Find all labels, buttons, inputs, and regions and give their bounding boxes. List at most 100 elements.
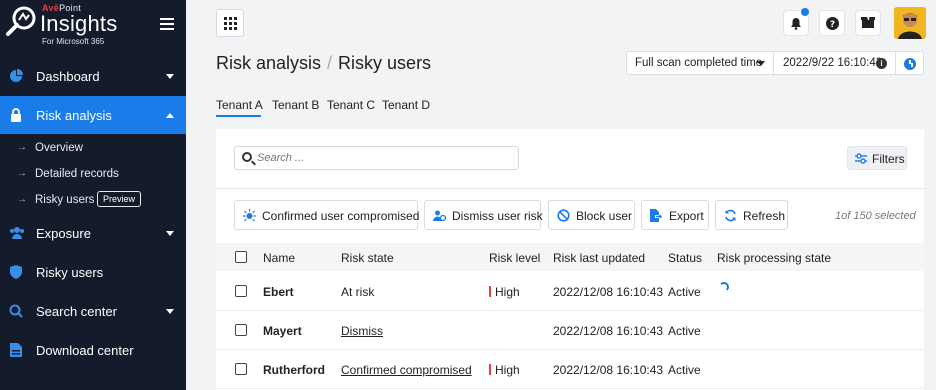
chevron-up-icon bbox=[166, 112, 174, 118]
tab-tenant-b[interactable]: Tenant B bbox=[272, 98, 319, 112]
export-button[interactable]: Export bbox=[641, 200, 709, 230]
sidebar-item-download-center[interactable]: Download center bbox=[0, 331, 186, 369]
bug-icon bbox=[243, 209, 256, 222]
sidebar-item-dashboard[interactable]: Dashboard bbox=[0, 57, 186, 95]
page-title: Risk analysis / Risky users bbox=[216, 53, 431, 74]
action-label: Dismiss user risk bbox=[452, 209, 543, 223]
sidebar-item-risk-analysis[interactable]: Risk analysis bbox=[0, 96, 186, 134]
action-label: Export bbox=[669, 209, 704, 223]
action-label: Confirmed user compromised bbox=[262, 209, 420, 223]
risk-last-updated: 2022/12/08 16:10:43 bbox=[553, 324, 664, 338]
row-checkbox[interactable] bbox=[235, 324, 247, 336]
arrow-right-icon: → bbox=[17, 142, 27, 153]
status: Active bbox=[668, 324, 701, 338]
menu-toggle-icon[interactable] bbox=[160, 18, 174, 30]
sidebar-subitem-label: Detailed records bbox=[35, 168, 119, 180]
tab-tenant-d[interactable]: Tenant D bbox=[382, 98, 430, 112]
divider bbox=[216, 188, 924, 189]
block-icon bbox=[557, 209, 570, 222]
search-input[interactable] bbox=[257, 150, 507, 166]
risk-level: High bbox=[489, 363, 520, 377]
sidebar-item-label: Download center bbox=[36, 342, 134, 358]
sidebar-subitem-label: Risky users bbox=[35, 194, 95, 206]
product-name: Insights bbox=[40, 11, 118, 36]
help-button[interactable]: ? bbox=[819, 10, 845, 36]
sidebar-item-exposure[interactable]: Exposure bbox=[0, 214, 186, 252]
column-header-risk-level[interactable]: Risk level bbox=[489, 251, 540, 265]
app-launcher-button[interactable] bbox=[216, 9, 244, 37]
action-label: Block user bbox=[576, 209, 633, 223]
avatar[interactable] bbox=[894, 7, 926, 39]
refresh-button[interactable]: Refresh bbox=[715, 200, 788, 230]
table-row[interactable]: Rutherford Confirmed compromised High 20… bbox=[216, 350, 924, 389]
breadcrumb-parent[interactable]: Risk analysis bbox=[216, 53, 321, 73]
sidebar-item-search-center[interactable]: Search center bbox=[0, 292, 186, 330]
tab-tenant-a[interactable]: Tenant A bbox=[216, 98, 263, 112]
column-header-name[interactable]: Name bbox=[263, 251, 295, 265]
risk-last-updated: 2022/12/08 16:10:43 bbox=[553, 285, 664, 299]
search-icon bbox=[9, 304, 23, 318]
search-box[interactable] bbox=[234, 146, 519, 170]
scan-history-button[interactable] bbox=[896, 51, 924, 75]
sidebar-subitem-risky-users[interactable]: → Risky users Preview bbox=[0, 188, 186, 214]
scan-time-select[interactable]: Full scan completed time bbox=[626, 51, 774, 75]
clock-icon bbox=[904, 58, 916, 70]
filters-label: Filters bbox=[872, 152, 905, 166]
notifications-button[interactable] bbox=[783, 8, 809, 36]
bell-icon bbox=[791, 17, 801, 30]
sidebar-item-risky-users[interactable]: Risky users bbox=[0, 253, 186, 291]
breadcrumb-separator: / bbox=[327, 53, 333, 73]
scan-select-label: Full scan completed time bbox=[635, 57, 763, 69]
status: Active bbox=[668, 363, 701, 377]
info-icon[interactable]: i bbox=[876, 58, 887, 69]
sidebar-subitem-overview[interactable]: → Overview bbox=[0, 136, 186, 162]
table-row[interactable]: Ebert At risk High 2022/12/08 16:10:43 A… bbox=[216, 272, 924, 311]
top-bar: ? bbox=[186, 0, 936, 46]
risky-users-card: Filters Confirmed user compromised Dismi… bbox=[216, 129, 924, 390]
row-checkbox[interactable] bbox=[235, 363, 247, 375]
select-all-checkbox[interactable] bbox=[235, 251, 247, 263]
user-name: Mayert bbox=[263, 324, 302, 338]
preview-badge: Preview bbox=[97, 191, 142, 207]
chevron-down-icon bbox=[166, 230, 174, 236]
sidebar: AvēPoint Insights For Microsoft 365 Dash… bbox=[0, 0, 186, 390]
products-button[interactable] bbox=[855, 10, 881, 36]
brand: AvēPoint Insights For Microsoft 365 bbox=[0, 0, 186, 52]
block-user-button[interactable]: Block user bbox=[548, 200, 635, 230]
column-header-risk-processing-state[interactable]: Risk processing state bbox=[717, 251, 831, 265]
risk-state-link[interactable]: Confirmed compromised bbox=[341, 363, 472, 377]
pie-chart-icon bbox=[9, 69, 23, 83]
processing-spinner-icon bbox=[719, 282, 729, 292]
column-header-risk-last-updated[interactable]: Risk last updated bbox=[553, 251, 645, 265]
shield-icon bbox=[9, 265, 23, 279]
grid-icon bbox=[224, 17, 237, 30]
sidebar-subitem-detailed-records[interactable]: → Detailed records bbox=[0, 162, 186, 188]
refresh-icon bbox=[724, 209, 737, 222]
sliders-icon bbox=[855, 153, 867, 167]
risk-level-indicator bbox=[489, 286, 491, 297]
table-row[interactable]: Mayert Dismiss 2022/12/08 16:10:43 Activ… bbox=[216, 311, 924, 350]
users-icon bbox=[9, 226, 24, 240]
risk-state-link[interactable]: Dismiss bbox=[341, 324, 383, 338]
arrow-right-icon: → bbox=[17, 168, 27, 179]
dismiss-user-risk-button[interactable]: Dismiss user risk bbox=[424, 200, 543, 230]
sidebar-item-label: Search center bbox=[36, 303, 117, 319]
selection-count: 1of 150 selected bbox=[835, 210, 916, 222]
scan-time-display: 2022/9/22 16:10:43 i bbox=[774, 51, 896, 75]
tab-tenant-c[interactable]: Tenant C bbox=[327, 98, 375, 112]
filters-button[interactable]: Filters bbox=[847, 146, 907, 170]
row-checkbox[interactable] bbox=[235, 285, 247, 297]
column-header-status[interactable]: Status bbox=[668, 251, 702, 265]
column-header-risk-state[interactable]: Risk state bbox=[341, 251, 394, 265]
export-icon bbox=[650, 209, 663, 222]
action-label: Refresh bbox=[743, 209, 786, 223]
notification-dot bbox=[801, 8, 809, 16]
risk-state: At risk bbox=[341, 285, 375, 299]
confirm-compromised-button[interactable]: Confirmed user compromised bbox=[234, 200, 420, 230]
document-icon bbox=[9, 343, 23, 357]
insights-logo-icon bbox=[6, 6, 36, 36]
user-name: Rutherford bbox=[263, 363, 325, 377]
risk-level-indicator bbox=[489, 364, 491, 375]
status: Active bbox=[668, 285, 701, 299]
table-header: Name Risk state Risk level Risk last upd… bbox=[216, 243, 924, 271]
